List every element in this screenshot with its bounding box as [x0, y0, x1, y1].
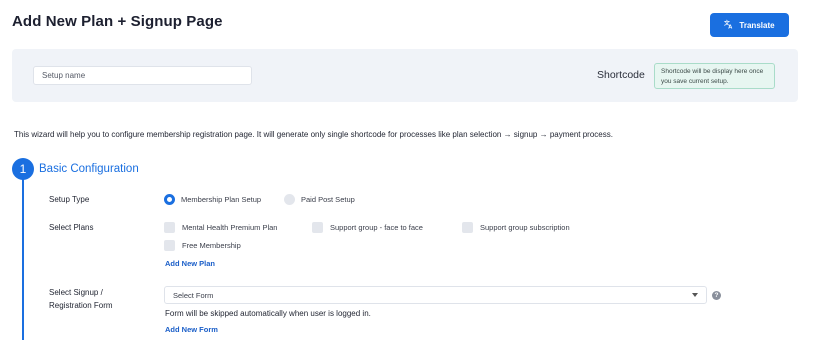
add-new-form-link[interactable]: Add New Form — [165, 325, 218, 334]
chevron-down-icon — [692, 293, 698, 297]
translate-icon: 文A — [724, 19, 734, 31]
wizard-intro-text: This wizard will help you to configure m… — [14, 130, 613, 139]
step-connector-line — [22, 170, 24, 340]
select-value: Select Form — [173, 290, 214, 300]
radio-paid-post-setup[interactable]: Paid Post Setup — [284, 194, 355, 205]
signup-form-note: Form will be skipped automatically when … — [165, 309, 371, 318]
radio-unselected-indicator — [284, 194, 295, 205]
plan-checkbox-support-face-to-face[interactable]: Support group - face to face — [312, 222, 423, 233]
checkbox — [164, 240, 175, 251]
checkbox-label: Support group subscription — [480, 223, 570, 232]
shortcode-display: Shortcode will be display here once you … — [654, 63, 775, 89]
radio-selected-indicator — [164, 194, 175, 205]
setup-name-input[interactable] — [33, 66, 252, 85]
shortcode-label: Shortcode — [597, 69, 645, 81]
svg-text:A: A — [729, 25, 734, 29]
help-icon[interactable]: ? — [712, 291, 721, 300]
signup-form-label: Select Signup / Registration Form — [49, 286, 113, 312]
signup-form-label-line1: Select Signup / — [49, 288, 103, 297]
checkbox-label: Free Membership — [182, 241, 241, 250]
checkbox-label: Support group - face to face — [330, 223, 423, 232]
page-title: Add New Plan + Signup Page — [12, 13, 223, 30]
plan-checkbox-mental-health-premium[interactable]: Mental Health Premium Plan — [164, 222, 277, 233]
translate-label: Translate — [739, 20, 775, 30]
checkbox-label: Mental Health Premium Plan — [182, 223, 278, 232]
radio-label: Paid Post Setup — [301, 195, 355, 204]
step-number-badge: 1 — [12, 158, 34, 180]
select-plans-label: Select Plans — [49, 223, 94, 232]
radio-label: Membership Plan Setup — [181, 195, 262, 204]
setup-type-label: Setup Type — [49, 195, 90, 204]
plan-checkbox-support-subscription[interactable]: Support group subscription — [462, 222, 570, 233]
checkbox — [312, 222, 323, 233]
checkbox — [462, 222, 473, 233]
setup-bar: Shortcode Shortcode will be display here… — [12, 49, 798, 102]
plan-checkbox-free-membership[interactable]: Free Membership — [164, 240, 241, 251]
step-title: Basic Configuration — [39, 163, 139, 175]
radio-membership-plan-setup[interactable]: Membership Plan Setup — [164, 194, 261, 205]
signup-form-select[interactable]: Select Form — [164, 286, 707, 304]
translate-button[interactable]: 文A Translate — [710, 13, 789, 37]
add-new-plan-link[interactable]: Add New Plan — [165, 259, 215, 268]
signup-form-label-line2: Registration Form — [49, 301, 113, 310]
checkbox — [164, 222, 175, 233]
